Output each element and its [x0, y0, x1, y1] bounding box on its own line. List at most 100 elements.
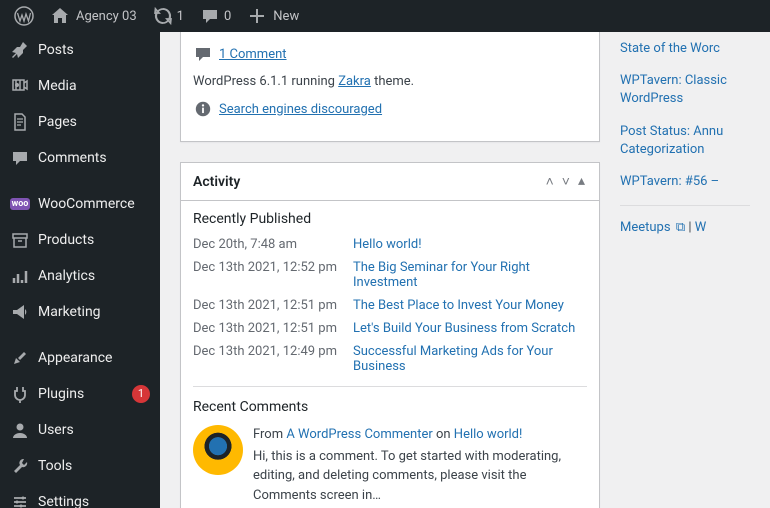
- post-link[interactable]: The Big Seminar for Your Right Investmen…: [353, 260, 587, 290]
- user-icon: [10, 420, 30, 440]
- divider: [620, 205, 750, 206]
- post-link[interactable]: Let's Build Your Business from Scratch: [353, 321, 575, 336]
- archive-icon: [10, 230, 30, 250]
- commenter-avatar: [193, 425, 243, 475]
- sidebar-item-settings[interactable]: Settings: [0, 484, 160, 508]
- post-link[interactable]: Hello world!: [353, 237, 422, 252]
- glance-comments-link[interactable]: 1 Comment: [219, 47, 287, 62]
- seo-warning-row: Search engines discouraged: [193, 99, 587, 119]
- sidebar-item-users[interactable]: Users: [0, 412, 160, 448]
- activity-post-row: Dec 20th, 7:48 am Hello world!: [193, 237, 587, 252]
- at-a-glance-panel: 1 Comment WordPress 6.1.1 running Zakra …: [180, 32, 600, 142]
- post-date: Dec 20th, 7:48 am: [193, 237, 353, 252]
- sidebar-item-media[interactable]: Media: [0, 68, 160, 104]
- admin-bar: Agency 03 1 0 New: [0, 0, 770, 32]
- updates-count: 1: [177, 9, 184, 24]
- tools-icon: [10, 456, 30, 476]
- sidebar-item-label: Media: [38, 78, 150, 94]
- post-link[interactable]: The Best Place to Invest Your Money: [353, 298, 564, 313]
- activity-post-row: Dec 13th 2021, 12:51 pm The Best Place t…: [193, 298, 587, 313]
- updates-menu[interactable]: 1: [145, 0, 192, 32]
- comment-icon: [193, 44, 213, 64]
- sidebar-item-label: Appearance: [38, 350, 150, 366]
- sidebar-item-label: Plugins: [38, 386, 132, 402]
- activity-panel-header: Activity ˄ ˅ ▴: [181, 163, 599, 201]
- sidebar-item-products[interactable]: Products: [0, 222, 160, 258]
- info-icon: [193, 99, 213, 119]
- comment-from-line: From A WordPress Commenter on Hello worl…: [253, 425, 587, 445]
- activity-post-row: Dec 13th 2021, 12:52 pm The Big Seminar …: [193, 260, 587, 290]
- external-link-icon: ⧉: [676, 220, 685, 235]
- comment-icon: [10, 148, 30, 168]
- sidebar-item-label: Pages: [38, 114, 150, 130]
- page-icon: [10, 112, 30, 132]
- post-link[interactable]: Successful Marketing Ads for Your Busine…: [353, 344, 587, 374]
- comments-count: 0: [224, 9, 231, 24]
- news-link[interactable]: WPTavern: #56 –: [620, 173, 750, 191]
- sidebar-item-label: Marketing: [38, 304, 150, 320]
- theme-link[interactable]: Zakra: [338, 74, 371, 89]
- plugin-icon: [10, 384, 30, 404]
- post-date: Dec 13th 2021, 12:51 pm: [193, 298, 353, 313]
- news-link[interactable]: State of the Worc: [620, 40, 750, 58]
- news-link[interactable]: Post Status: Annu Categorization: [620, 123, 750, 159]
- activity-panel: Activity ˄ ˅ ▴ Recently Published Dec 20…: [180, 162, 600, 508]
- site-name-menu[interactable]: Agency 03: [42, 0, 145, 32]
- wordpress-logo-icon: [14, 6, 34, 26]
- sidebar-item-label: Users: [38, 422, 150, 438]
- seo-warning-link[interactable]: Search engines discouraged: [219, 102, 382, 117]
- news-footer: Meetups ⧉ | W: [620, 220, 750, 235]
- wordcamps-link[interactable]: W: [695, 220, 707, 235]
- comment-post-link[interactable]: Hello world!: [454, 427, 523, 442]
- new-content-menu[interactable]: New: [239, 0, 307, 32]
- panel-down-icon[interactable]: ˅: [560, 173, 572, 190]
- settings-icon: [10, 492, 30, 508]
- home-icon: [50, 6, 70, 26]
- woocommerce-icon: woo: [10, 194, 30, 214]
- sidebar-item-appearance[interactable]: Appearance: [0, 340, 160, 376]
- sidebar-item-label: Settings: [38, 494, 150, 508]
- sidebar-item-plugins[interactable]: Plugins 1: [0, 376, 160, 412]
- comment-icon: [200, 6, 220, 26]
- chart-bar-icon: [10, 266, 30, 286]
- sidebar-item-woocommerce[interactable]: woo WooCommerce: [0, 186, 160, 222]
- sidebar-item-pages[interactable]: Pages: [0, 104, 160, 140]
- glance-comments-row: 1 Comment: [193, 44, 587, 64]
- news-widget: State of the Worc WPTavern: Classic Word…: [620, 32, 750, 508]
- sidebar-item-label: Products: [38, 232, 150, 248]
- pushpin-icon: [10, 40, 30, 60]
- sidebar-item-posts[interactable]: Posts: [0, 32, 160, 68]
- wp-logo-menu[interactable]: [6, 0, 42, 32]
- panel-up-icon[interactable]: ˄: [544, 173, 556, 190]
- recent-comment-item: From A WordPress Commenter on Hello worl…: [193, 425, 587, 505]
- meetups-link[interactable]: Meetups ⧉: [620, 220, 685, 235]
- appearance-icon: [10, 348, 30, 368]
- activity-post-row: Dec 13th 2021, 12:51 pm Let's Build Your…: [193, 321, 587, 336]
- news-link[interactable]: WPTavern: Classic WordPress: [620, 72, 750, 108]
- sidebar-item-marketing[interactable]: Marketing: [0, 294, 160, 330]
- sidebar-item-tools[interactable]: Tools: [0, 448, 160, 484]
- activity-post-row: Dec 13th 2021, 12:49 pm Successful Marke…: [193, 344, 587, 374]
- update-icon: [153, 6, 173, 26]
- panel-toggle-icon[interactable]: ▴: [576, 173, 587, 190]
- post-date: Dec 13th 2021, 12:51 pm: [193, 321, 353, 336]
- sidebar-item-label: Tools: [38, 458, 150, 474]
- sidebar-item-label: Analytics: [38, 268, 150, 284]
- plus-icon: [247, 6, 267, 26]
- post-date: Dec 13th 2021, 12:52 pm: [193, 260, 353, 290]
- comment-author-link[interactable]: A WordPress Commenter: [286, 427, 432, 442]
- new-content-label: New: [273, 9, 299, 24]
- post-date: Dec 13th 2021, 12:49 pm: [193, 344, 353, 374]
- main-content: 1 Comment WordPress 6.1.1 running Zakra …: [160, 32, 770, 508]
- activity-panel-body: Recently Published Dec 20th, 7:48 am Hel…: [181, 201, 599, 508]
- recent-comments-section: Recent Comments From A WordPress Comment…: [193, 386, 587, 505]
- sidebar-item-analytics[interactable]: Analytics: [0, 258, 160, 294]
- sidebar-item-comments[interactable]: Comments: [0, 140, 160, 176]
- sidebar-item-label: Comments: [38, 150, 150, 166]
- comments-menu[interactable]: 0: [192, 0, 239, 32]
- plugins-update-badge: 1: [132, 385, 150, 403]
- sidebar-item-label: Posts: [38, 42, 150, 58]
- sidebar-item-label: WooCommerce: [38, 196, 150, 212]
- recently-published-heading: Recently Published: [193, 211, 587, 227]
- wp-version-text: WordPress 6.1.1 running Zakra theme.: [193, 74, 587, 89]
